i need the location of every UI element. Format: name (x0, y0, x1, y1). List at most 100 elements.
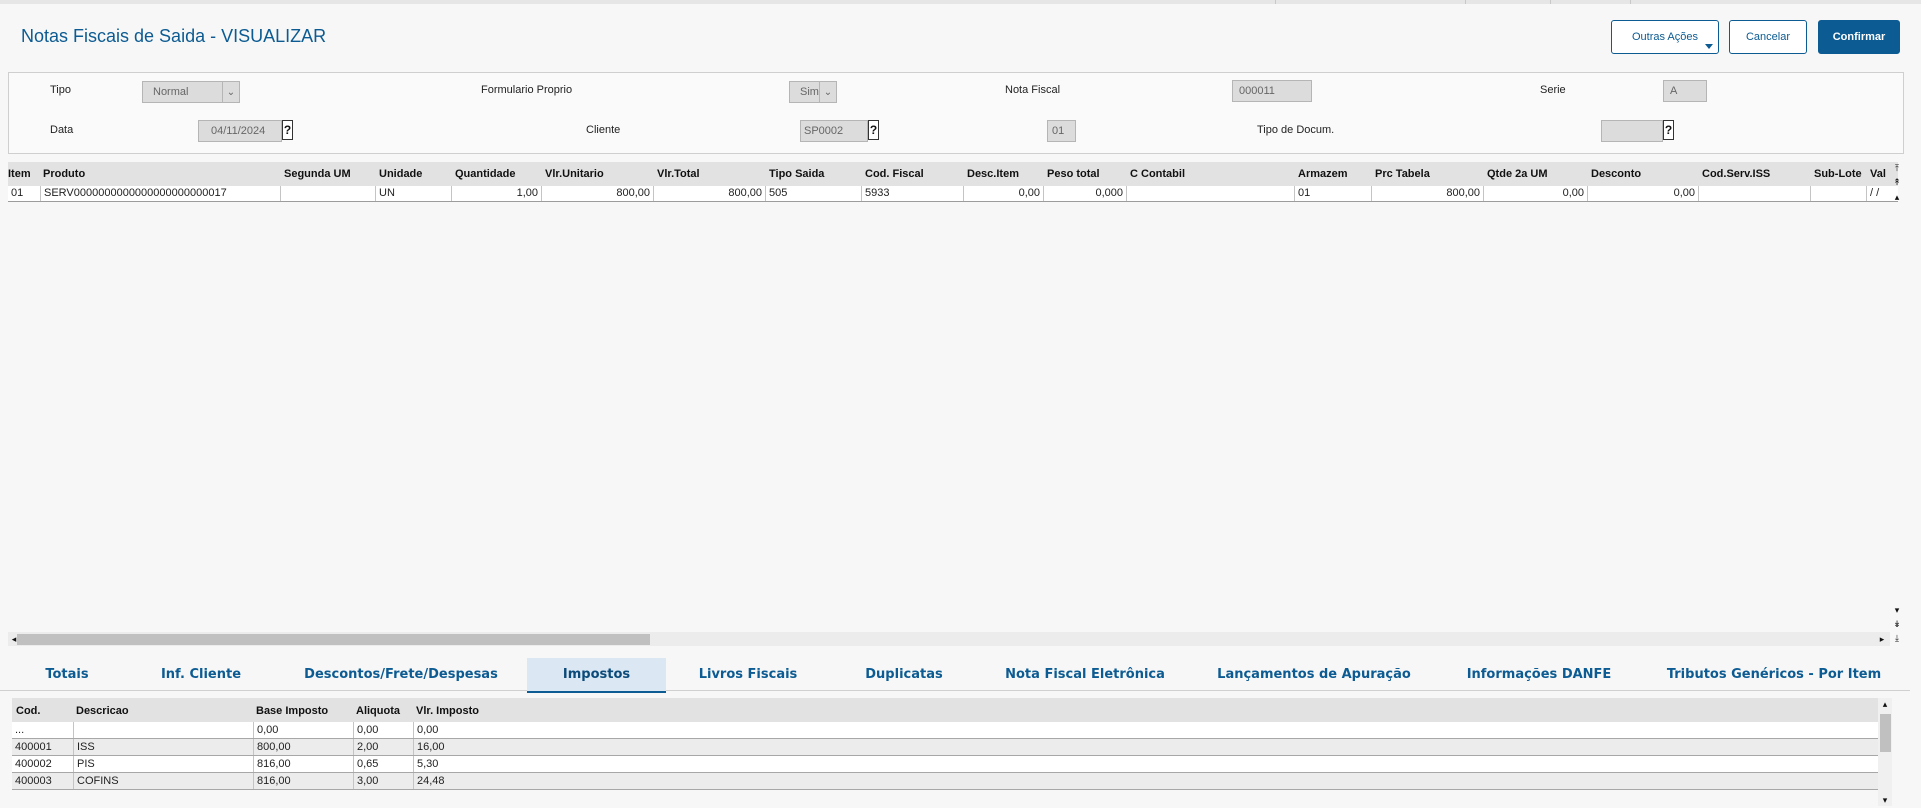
tab-lancamentos-apuracao[interactable]: Lançamentos de Apuração (1217, 658, 1411, 691)
chevron-down-icon: ⌄ (222, 82, 239, 102)
top-strip (0, 0, 1921, 4)
scroll-up-icon[interactable]: ▴ (1879, 698, 1891, 710)
col-cod-serv-iss[interactable]: Cod.Serv.ISS (1702, 168, 1770, 180)
col-desconto[interactable]: Desconto (1591, 168, 1641, 180)
col-quantidade[interactable]: Quantidade (455, 168, 516, 180)
table-row[interactable]: 400001 ISS 800,00 2,00 16,00 (12, 739, 1878, 756)
cell-vlr-unitario: 800,00 (541, 186, 653, 201)
cell-vlr-imposto: 16,00 (413, 739, 1878, 755)
cliente-label: Cliente (586, 124, 621, 136)
tipo-docum-lookup-button[interactable]: ? (1663, 120, 1674, 140)
tax-grid-header: Cod. Descricao Base Imposto Aliquota Vlr… (12, 698, 1878, 722)
serie-field[interactable]: A (1663, 80, 1707, 102)
formulario-label: Formulario Proprio (481, 84, 573, 96)
tab-livros-fiscais[interactable]: Livros Fiscais (699, 658, 798, 691)
top-strip-divider (1630, 0, 1631, 4)
cell-prc-tabela: 800,00 (1371, 186, 1483, 201)
cell-segunda-um (280, 186, 375, 201)
col-cod-fiscal[interactable]: Cod. Fiscal (865, 168, 924, 180)
formulario-select[interactable]: Sim ⌄ (789, 81, 837, 103)
cell-desconto: 0,00 (1587, 186, 1698, 201)
col-desc-item[interactable]: Desc.Item (967, 168, 1019, 180)
tab-tributos-genericos[interactable]: Tributos Genéricos - Por Item (1667, 658, 1881, 691)
top-strip-divider (1465, 0, 1466, 4)
other-actions-button[interactable]: Outras Ações (1611, 20, 1719, 54)
cell-cod: 400002 (15, 758, 52, 770)
horizontal-scroll-thumb[interactable] (17, 634, 650, 645)
col-tipo-saida[interactable]: Tipo Saida (769, 168, 824, 180)
col-produto[interactable]: Produto (43, 168, 85, 180)
cell-base-imposto: 800,00 (253, 739, 353, 755)
col-unidade[interactable]: Unidade (379, 168, 422, 180)
tipo-select[interactable]: Normal ⌄ (142, 81, 240, 103)
scroll-down-icon[interactable]: ▾ (1891, 604, 1903, 616)
col-peso-total[interactable]: Peso total (1047, 168, 1100, 180)
tab-inf-cliente[interactable]: Inf. Cliente (154, 658, 248, 691)
cell-vlr-imposto: 24,48 (413, 773, 1878, 789)
col-item[interactable]: Item (8, 168, 31, 180)
cell-descricao: COFINS (73, 773, 253, 789)
cell-quantidade: 1,00 (451, 186, 541, 201)
cell-peso-total: 0,000 (1043, 186, 1126, 201)
cell-sub-lote (1810, 186, 1866, 201)
cell-descricao (73, 722, 253, 738)
col-qtde-2a-um[interactable]: Qtde 2a UM (1487, 168, 1548, 180)
cell-cod-fiscal: 5933 (861, 186, 963, 201)
scroll-down-icon[interactable]: ▾ (1879, 794, 1891, 806)
other-actions-label: Outras Ações (1631, 31, 1699, 43)
tax-scroll-thumb[interactable] (1880, 714, 1891, 752)
tipo-docum-field[interactable] (1601, 120, 1663, 142)
cell-cod: ... (15, 724, 25, 736)
scroll-bottom-icon[interactable]: ⤓ (1891, 632, 1903, 644)
cell-cod-serv-iss (1698, 186, 1810, 201)
table-row[interactable]: 400002 PIS 816,00 0,65 5,30 (12, 756, 1878, 773)
tab-descontos-frete-despesas[interactable]: Descontos/Frete/Despesas (304, 658, 498, 691)
col-prc-tabela[interactable]: Prc Tabela (1375, 168, 1430, 180)
cliente-lookup-button[interactable]: ? (868, 120, 879, 140)
tipo-docum-label: Tipo de Docum. (1257, 124, 1335, 136)
col-descricao[interactable]: Descricao (76, 705, 129, 717)
cell-base-imposto: 816,00 (253, 756, 353, 772)
col-val[interactable]: Val (1870, 168, 1886, 180)
col-c-contabil[interactable]: C Contabil (1130, 168, 1185, 180)
formulario-value: Sim (800, 86, 819, 98)
tab-informacoes-danfe[interactable]: Informações DANFE (1467, 658, 1612, 691)
cancel-button[interactable]: Cancelar (1729, 20, 1807, 54)
loja-field[interactable]: 01 (1047, 120, 1076, 142)
cell-aliquota: 0,00 (353, 722, 413, 738)
data-label: Data (50, 124, 74, 136)
col-vlr-total[interactable]: Vlr.Total (657, 168, 700, 180)
scroll-up-icon[interactable]: ▴ (1891, 191, 1903, 203)
table-row[interactable]: 400003 COFINS 816,00 3,00 24,48 (12, 773, 1878, 790)
table-row[interactable]: 01 SERV0000000000000000000000017 UN 1,00… (8, 186, 1898, 202)
col-cod[interactable]: Cod. (16, 705, 40, 717)
table-row[interactable]: ... 0,00 0,00 0,00 (12, 722, 1878, 739)
col-aliquota[interactable]: Aliquota (356, 705, 400, 717)
tab-duplicatas[interactable]: Duplicatas (864, 658, 944, 691)
scroll-page-up-icon[interactable]: ↟ (1891, 176, 1903, 188)
data-lookup-button[interactable]: ? (282, 120, 293, 140)
col-sub-lote[interactable]: Sub-Lote (1814, 168, 1862, 180)
scroll-top-icon[interactable]: ⤒ (1891, 162, 1903, 174)
nota-fiscal-field[interactable]: 000011 (1232, 80, 1312, 102)
items-grid-header: Item Produto Segunda UM Unidade Quantida… (8, 162, 1898, 186)
cell-cod: 400003 (15, 775, 52, 787)
data-field[interactable]: 04/11/2024 (198, 120, 282, 142)
page-title: Notas Fiscais de Saida - VISUALIZAR (21, 26, 327, 46)
tab-impostos[interactable]: Impostos (527, 658, 666, 693)
tab-nota-fiscal-eletronica[interactable]: Nota Fiscal Eletrônica (1005, 658, 1165, 691)
col-base-imposto[interactable]: Base Imposto (256, 705, 328, 717)
scroll-page-down-icon[interactable]: ↡ (1891, 618, 1903, 630)
serie-label: Serie (1540, 84, 1566, 96)
col-segunda-um[interactable]: Segunda UM (284, 168, 351, 180)
scroll-left-icon[interactable]: ◂ (9, 633, 19, 645)
tab-totais[interactable]: Totais (36, 658, 98, 691)
col-vlr-imposto[interactable]: Vlr. Imposto (416, 705, 479, 717)
col-armazem[interactable]: Armazem (1298, 168, 1348, 180)
confirm-button[interactable]: Confirmar (1818, 20, 1900, 54)
scroll-right-icon[interactable]: ▸ (1877, 633, 1887, 645)
col-vlr-unitario[interactable]: Vlr.Unitario (545, 168, 604, 180)
cliente-field[interactable]: SP0002 (800, 120, 868, 142)
tipo-label: Tipo (50, 84, 71, 96)
cell-aliquota: 2,00 (353, 739, 413, 755)
